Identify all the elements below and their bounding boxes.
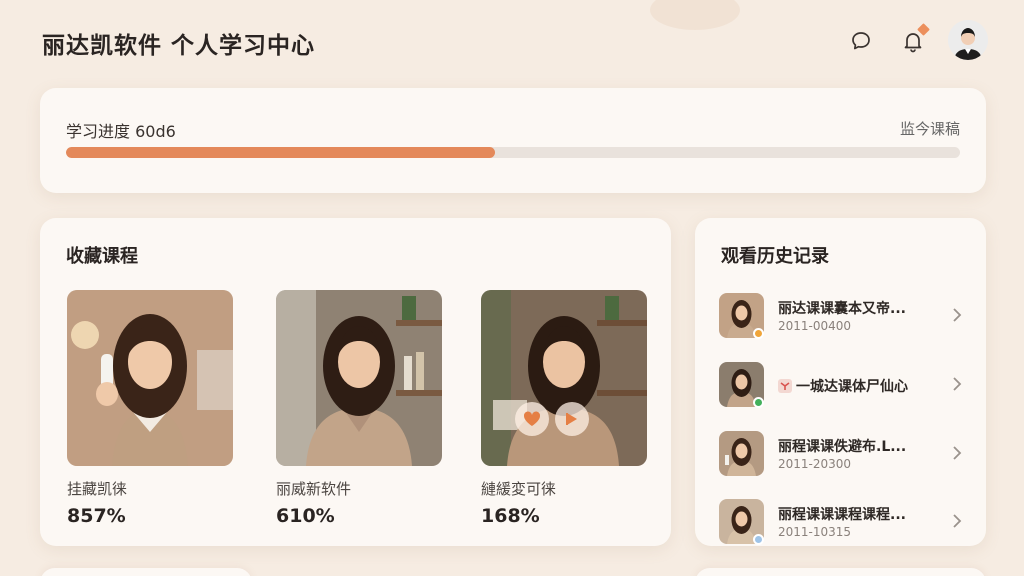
history-item-title: 丽达课课囊本又帝... (778, 301, 906, 317)
history-title: 观看历史记录 (721, 246, 829, 267)
chat-icon[interactable] (848, 28, 874, 54)
progress-bar (66, 147, 960, 158)
history-item-title: 丽程课课课程课程... (778, 507, 906, 523)
play-icon[interactable] (555, 402, 589, 436)
page-title: 丽达凯软件 个人学习中心 (42, 33, 316, 59)
history-item[interactable]: 一城达课体尸仙心 (719, 362, 965, 408)
history-item[interactable]: 丽程课课课程课程... 2011-10315 (719, 499, 965, 545)
course-actions (515, 402, 589, 436)
chevron-right-icon (953, 514, 962, 528)
heart-icon[interactable] (515, 402, 549, 436)
status-badge (753, 534, 764, 545)
history-item-date: 2011-20300 (778, 457, 852, 471)
course-percent: 168% (481, 505, 540, 527)
history-item-title-row: 一城达课体尸仙心 (778, 376, 908, 396)
course-name: 丽威新软件 (276, 480, 352, 498)
progress-bar-fill (66, 147, 496, 158)
course-name: 挂藏凯徕 (67, 480, 128, 498)
course-thumbnail (276, 290, 442, 466)
history-thumbnail (719, 431, 764, 476)
history-item-title: 丽程课课佚避布.L... (778, 439, 907, 455)
history-item[interactable]: 丽达课课囊本又帝... 2011-00400 (719, 293, 965, 339)
progress-link[interactable]: 监今课稿 (900, 118, 960, 139)
progress-card: 学习进度 60d6 监今课稿 (40, 88, 986, 193)
history-item-date: 2011-10315 (778, 525, 852, 539)
history-item[interactable]: 丽程课课佚避布.L... 2011-20300 (719, 431, 965, 477)
history-card: 观看历史记录 丽达课课囊本又帝... 2011-00400 一城达课体尸仙心 丽… (695, 218, 986, 546)
chevron-right-icon (953, 446, 962, 460)
course-thumbnail (481, 290, 647, 466)
chevron-right-icon (953, 308, 962, 322)
status-badge (753, 328, 764, 339)
next-section-card (695, 568, 986, 576)
top-header: 丽达凯软件 个人学习中心 (0, 0, 1024, 84)
tag-icon (778, 379, 792, 393)
course-card[interactable]: 縺緩変可徕 168% (481, 290, 647, 527)
course-card[interactable]: 丽威新软件 610% (276, 290, 442, 527)
course-card[interactable]: 挂藏凯徕 857% (67, 290, 233, 527)
bell-icon[interactable] (900, 23, 930, 54)
next-section-card (40, 568, 252, 576)
course-thumbnail (67, 290, 233, 466)
chevron-right-icon (953, 377, 962, 391)
progress-label: 学习进度 60d6 (66, 122, 176, 141)
course-name: 縺緩変可徕 (481, 480, 557, 498)
history-item-title: 一城达课体尸仙心 (796, 379, 908, 395)
status-badge (753, 397, 764, 408)
course-percent: 857% (67, 505, 126, 527)
favorites-card: 收藏课程 挂藏凯徕 857% 丽威新软件 610% 縺緩変可徕 168% (40, 218, 671, 546)
history-item-date: 2011-00400 (778, 319, 852, 333)
favorites-title: 收藏课程 (66, 246, 138, 267)
course-percent: 610% (276, 505, 335, 527)
avatar[interactable] (948, 20, 988, 60)
